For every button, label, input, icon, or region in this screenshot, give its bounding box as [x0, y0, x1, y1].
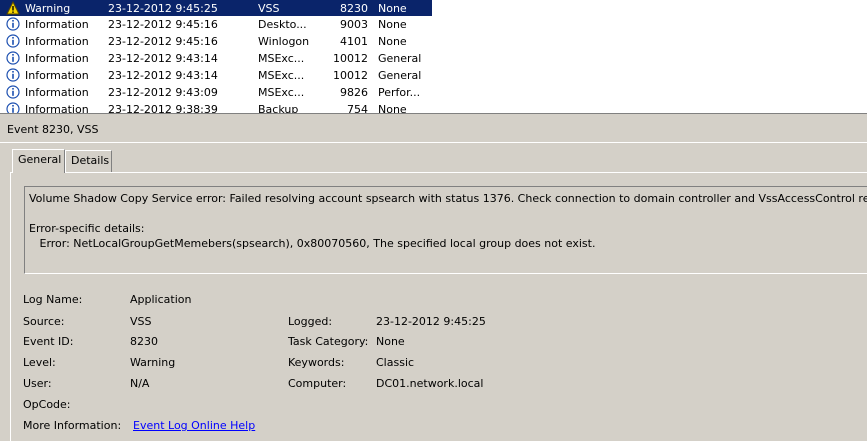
event-row[interactable]: Information 23-12-2012 9:43:09 MSExc... … — [0, 84, 867, 101]
event-message-box[interactable]: Volume Shadow Copy Service error: Failed… — [24, 186, 867, 274]
info-icon — [6, 68, 20, 82]
event-level: Information — [25, 103, 89, 113]
event-category: General — [378, 69, 422, 82]
more-info-label: More Information: — [23, 419, 122, 432]
computer-value: DC01.network.local — [376, 377, 484, 390]
event-date: 23-12-2012 9:38:39 — [108, 103, 218, 113]
event-row[interactable]: Information 23-12-2012 9:38:39 Backup 75… — [0, 101, 867, 113]
keywords-value: Classic — [376, 356, 415, 369]
event-source: VSS — [258, 2, 280, 15]
event-category: None — [378, 103, 407, 113]
level-value: Warning — [130, 356, 176, 369]
event-date: 23-12-2012 9:45:25 — [108, 2, 218, 15]
event-category: None — [378, 18, 407, 31]
event-date: 23-12-2012 9:43:14 — [108, 52, 218, 65]
event-source: MSExc... — [258, 52, 305, 65]
detail-title-divider — [0, 142, 867, 143]
log-name-label: Log Name: — [23, 293, 83, 306]
event-row[interactable]: Information 23-12-2012 9:45:16 Deskto...… — [0, 16, 867, 33]
event-source: Winlogon — [258, 35, 310, 48]
event-category: None — [378, 35, 407, 48]
event-category: Perfor... — [378, 86, 421, 99]
event-id-label: Event ID: — [23, 335, 74, 348]
event-source: MSExc... — [258, 86, 305, 99]
event-level: Information — [25, 69, 89, 82]
event-id: 10012 — [333, 52, 368, 65]
keywords-label: Keywords: — [288, 356, 345, 369]
info-icon — [6, 17, 20, 31]
event-category: General — [378, 52, 422, 65]
event-list[interactable]: Warning 23-12-2012 9:45:25 VSS 8230 None… — [0, 0, 867, 113]
logged-value: 23-12-2012 9:45:25 — [376, 315, 486, 328]
event-level: Information — [25, 18, 89, 31]
event-id: 9003 — [340, 18, 368, 31]
tab-details[interactable]: Details — [65, 150, 112, 172]
event-source: Backup — [258, 103, 299, 113]
info-icon — [6, 34, 20, 48]
event-level: Information — [25, 35, 89, 48]
warning-icon — [6, 1, 20, 15]
logged-label: Logged: — [288, 315, 333, 328]
event-id: 9826 — [340, 86, 368, 99]
event-level: Information — [25, 52, 89, 65]
event-source: Deskto... — [258, 18, 307, 31]
task-category-label: Task Category: — [288, 335, 369, 348]
source-value: VSS — [130, 315, 152, 328]
pane-splitter[interactable] — [0, 113, 867, 114]
event-id-value: 8230 — [130, 335, 158, 348]
user-label: User: — [23, 377, 52, 390]
task-category-value: None — [376, 335, 405, 348]
source-label: Source: — [23, 315, 65, 328]
event-id: 8230 — [340, 2, 368, 15]
event-source: MSExc... — [258, 69, 305, 82]
user-value: N/A — [130, 377, 150, 390]
info-icon — [6, 102, 20, 113]
info-icon — [6, 85, 20, 99]
event-date: 23-12-2012 9:45:16 — [108, 35, 218, 48]
opcode-label: OpCode: — [23, 398, 71, 411]
event-id: 4101 — [340, 35, 368, 48]
event-row[interactable]: Information 23-12-2012 9:45:16 Winlogon … — [0, 33, 867, 50]
event-level: Warning — [25, 2, 71, 15]
event-date: 23-12-2012 9:43:09 — [108, 86, 218, 99]
message-line: Error: NetLocalGroupGetMemebers(spsearch… — [29, 237, 596, 250]
event-date: 23-12-2012 9:45:16 — [108, 18, 218, 31]
event-row[interactable]: Information 23-12-2012 9:43:14 MSExc... … — [0, 67, 867, 84]
event-level: Information — [25, 86, 89, 99]
event-id: 754 — [347, 103, 368, 113]
event-log-help-link[interactable]: Event Log Online Help — [133, 419, 255, 432]
event-row[interactable]: Information 23-12-2012 9:43:14 MSExc... … — [0, 50, 867, 67]
computer-label: Computer: — [288, 377, 347, 390]
log-name-value: Application — [130, 293, 192, 306]
detail-title: Event 8230, VSS — [7, 123, 99, 136]
message-line: Volume Shadow Copy Service error: Failed… — [29, 192, 867, 205]
level-label: Level: — [23, 356, 56, 369]
event-date: 23-12-2012 9:43:14 — [108, 69, 218, 82]
message-line: Error-specific details: — [29, 222, 145, 235]
tab-general[interactable]: General — [12, 149, 65, 173]
event-row[interactable]: Warning 23-12-2012 9:45:25 VSS 8230 None — [0, 0, 867, 17]
info-icon — [6, 51, 20, 65]
event-category: None — [378, 2, 407, 15]
event-id: 10012 — [333, 69, 368, 82]
